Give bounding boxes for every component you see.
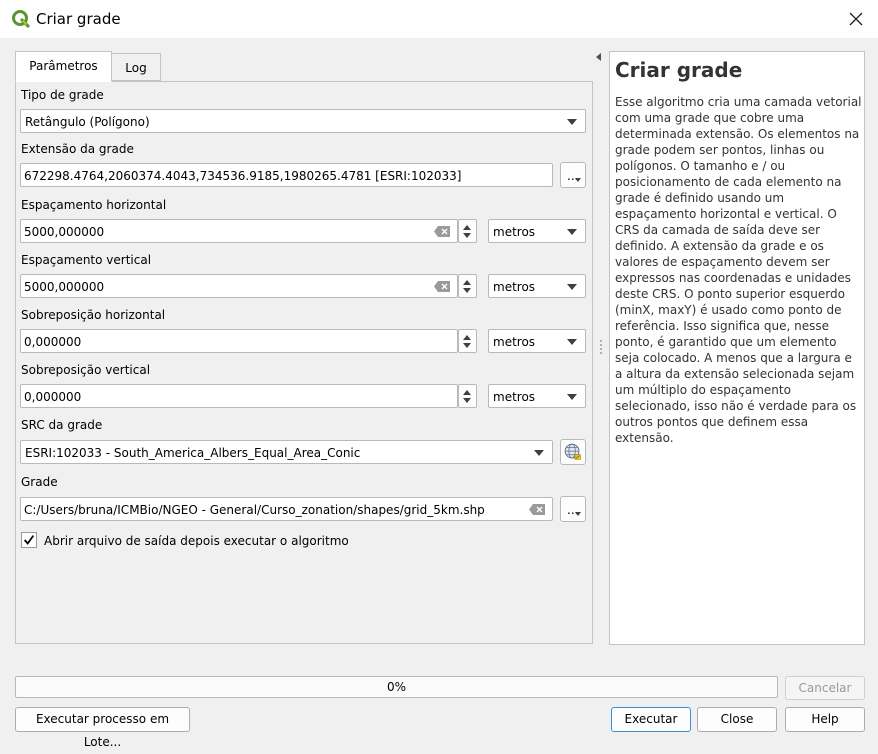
chevron-down-icon [567,119,577,125]
clear-icon[interactable] [434,226,451,237]
batch-process-button[interactable]: Executar processo em Lote... [15,707,190,749]
spin-down-icon[interactable] [463,343,471,348]
output-options-button[interactable]: ... [560,496,586,522]
tab-log[interactable]: Log [111,53,161,81]
h-overlay-spinner[interactable] [458,329,477,353]
spin-down-icon[interactable] [463,398,471,403]
output-path-input[interactable]: C:/Users/bruna/ICMBio/NGEO - General/Cur… [20,497,553,521]
v-spacing-input[interactable]: 5000,000000 [20,274,458,298]
h-spacing-value: 5000,000000 [24,225,105,239]
collapse-help-icon[interactable] [596,53,601,61]
spin-down-icon[interactable] [463,233,471,238]
help-panel: Criar grade Esse algoritmo cria uma cama… [609,51,865,645]
progress-bar: 0% [15,676,778,698]
h-overlay-unit: metros [493,335,536,349]
v-overlay-spinner[interactable] [458,384,477,408]
extent-options-button[interactable]: ... [560,162,586,188]
spin-up-icon[interactable] [463,390,471,395]
close-icon[interactable] [848,11,864,27]
h-overlay-label: Sobreposição horizontal [21,308,166,322]
spin-up-icon[interactable] [463,280,471,285]
v-spacing-value: 5000,000000 [24,280,105,294]
extent-value: 672298.4764,2060374.4043,734536.9185,198… [24,169,462,183]
clear-icon[interactable] [434,281,451,292]
extent-label: Extensão da grade [21,142,134,156]
v-overlay-unit: metros [493,390,536,404]
v-overlay-value: 0,000000 [24,390,82,404]
help-title: Criar grade [615,58,743,82]
spin-up-icon[interactable] [463,225,471,230]
output-path-value: C:/Users/bruna/ICMBio/NGEO - General/Cur… [24,503,485,517]
grid-type-label: Tipo de grade [21,88,104,102]
close-button[interactable]: Close [697,707,777,732]
crs-label: SRC da grade [21,418,103,432]
window-title: Criar grade [36,10,121,28]
qgis-logo-icon [12,10,30,28]
grid-type-value: Retângulo (Polígono) [25,115,150,129]
globe-icon [564,443,581,460]
v-overlay-label: Sobreposição vertical [21,363,151,377]
progress-text: 0% [386,680,407,694]
dropdown-arrow-icon [575,512,581,516]
v-spacing-unit-combo[interactable]: metros [488,274,586,298]
open-output-checkbox[interactable] [21,532,37,548]
spin-up-icon[interactable] [463,335,471,340]
h-spacing-input[interactable]: 5000,000000 [20,219,458,243]
help-button[interactable]: Help [785,707,865,732]
h-overlay-unit-combo[interactable]: metros [488,329,586,353]
spin-down-icon[interactable] [463,288,471,293]
chevron-down-icon [534,450,544,456]
run-button[interactable]: Executar [611,707,691,732]
h-spacing-unit-combo[interactable]: metros [488,219,586,243]
v-overlay-unit-combo[interactable]: metros [488,384,586,408]
clear-icon[interactable] [529,504,546,515]
v-spacing-spinner[interactable] [458,274,477,298]
crs-combo[interactable]: ESRI:102033 - South_America_Albers_Equal… [20,440,553,464]
dropdown-arrow-icon [575,178,581,182]
h-spacing-spinner[interactable] [458,219,477,243]
crs-selector-button[interactable] [560,439,586,465]
chevron-down-icon [567,394,577,400]
open-output-label: Abrir arquivo de saída depois executar o… [44,534,349,548]
h-spacing-label: Espaçamento horizontal [21,198,167,212]
v-spacing-label: Espaçamento vertical [21,253,152,267]
chevron-down-icon [567,339,577,345]
v-overlay-input[interactable]: 0,000000 [20,384,458,408]
tab-parametros[interactable]: Parâmetros [15,51,112,82]
chevron-down-icon [567,229,577,235]
output-label: Grade [21,475,58,489]
h-overlay-input[interactable]: 0,000000 [20,329,458,353]
crs-value: ESRI:102033 - South_America_Albers_Equal… [25,446,361,460]
grid-type-combo[interactable]: Retângulo (Polígono) [20,109,586,133]
splitter-handle[interactable] [600,340,602,354]
h-spacing-unit: metros [493,225,536,239]
chevron-down-icon [567,284,577,290]
cancel-button[interactable]: Cancelar [785,676,865,700]
h-overlay-value: 0,000000 [24,335,82,349]
v-spacing-unit: metros [493,280,536,294]
checkmark-icon [23,535,35,545]
title-bar: Criar grade [0,0,878,38]
extent-input[interactable]: 672298.4764,2060374.4043,734536.9185,198… [20,163,553,187]
help-description: Esse algoritmo cria uma camada vetorial … [615,95,862,445]
